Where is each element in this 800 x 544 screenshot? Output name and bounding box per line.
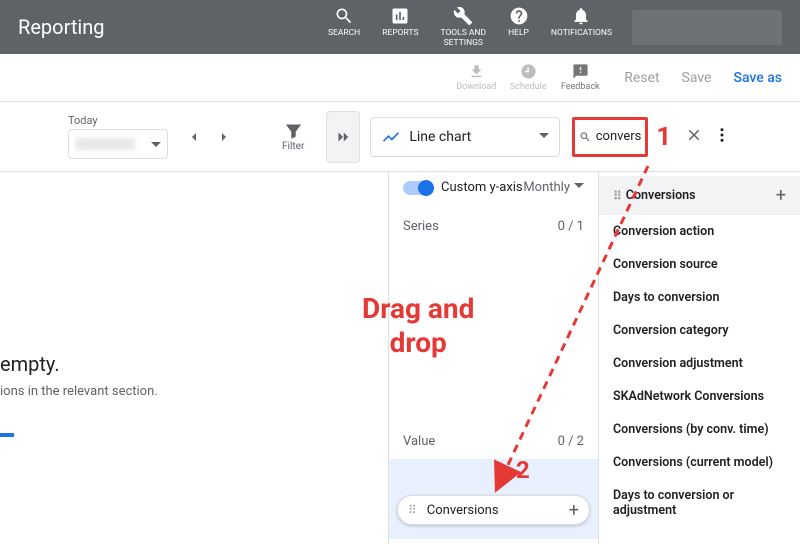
main-content: empty. ions in the relevant section. Cus… <box>0 172 800 544</box>
page-title: Reporting <box>18 15 105 39</box>
help-icon <box>509 6 529 26</box>
feedback-button[interactable]: Feedback <box>554 63 606 92</box>
metric-item[interactable]: Conversion source <box>599 248 800 281</box>
date-value <box>75 138 135 150</box>
more-vert-icon <box>713 126 731 144</box>
chart-type-label: Line chart <box>409 129 471 145</box>
save-button[interactable]: Save <box>682 70 712 86</box>
expand-button[interactable] <box>326 111 360 163</box>
date-selector[interactable] <box>68 129 168 159</box>
search-icon <box>334 6 354 26</box>
notifications-nav[interactable]: NOTIFICATIONS <box>551 6 612 38</box>
chip-label: Conversions <box>427 503 499 518</box>
left-panel: empty. ions in the relevant section. <box>0 172 388 544</box>
date-label: Today <box>68 114 168 127</box>
series-count: 0 / 1 <box>558 219 584 234</box>
account-switcher[interactable] <box>632 10 782 45</box>
empty-subtext: ions in the relevant section. <box>0 384 388 399</box>
series-label: Series <box>403 219 439 234</box>
save-group: Reset Save Save as <box>606 70 800 86</box>
metric-search-input[interactable]: convers <box>572 117 648 157</box>
metric-list: ⠿Conversions+ Conversion action Conversi… <box>598 172 800 544</box>
metric-item[interactable]: Conversions (current model) <box>599 446 800 479</box>
add-icon[interactable]: + <box>776 185 786 206</box>
clock-icon <box>520 63 537 80</box>
close-button[interactable] <box>685 126 703 148</box>
help-nav[interactable]: HELP <box>508 6 529 38</box>
annotation-1: 1 <box>656 122 671 152</box>
drag-handle-icon: ⠿ <box>408 503 417 517</box>
search-nav[interactable]: SEARCH <box>328 6 360 38</box>
saveas-button[interactable]: Save as <box>733 70 782 86</box>
date-nav <box>186 129 232 145</box>
download-icon <box>468 63 485 80</box>
chevron-down-icon <box>151 135 161 154</box>
chevrons-right-icon <box>334 128 352 146</box>
metric-item[interactable]: Conversion adjustment <box>599 347 800 380</box>
value-count: 0 / 2 <box>558 434 584 449</box>
chevron-down-icon <box>539 129 549 145</box>
drag-handle-icon: ⠿ <box>613 189 622 203</box>
toolbar-row: Today Filter Line chart convers 1 <box>0 102 800 172</box>
prev-button[interactable] <box>186 129 202 145</box>
config-panel: Custom y-axis Monthly Series 0 / 1 Value… <box>388 172 598 544</box>
date-range-block: Today <box>68 114 168 159</box>
line-chart-icon <box>381 127 401 147</box>
metric-item[interactable]: Days to conversion or adjustment <box>599 479 800 527</box>
metric-item[interactable]: Conversion action <box>599 215 800 248</box>
metric-item[interactable]: ⠿Conversions+ <box>599 176 800 215</box>
metric-item[interactable]: SKAdNetwork Conversions <box>599 380 800 413</box>
value-row: Value 0 / 2 <box>403 434 584 449</box>
chart-type-selector[interactable]: Line chart <box>370 117 560 157</box>
accent-bar <box>0 433 14 437</box>
yaxis-label: Custom y-axis <box>441 180 523 195</box>
feedback-icon <box>572 63 589 80</box>
tools-nav[interactable]: TOOLS AND SETTINGS <box>441 6 487 48</box>
reports-nav[interactable]: REPORTS <box>382 6 418 38</box>
close-icon <box>685 126 703 144</box>
reset-button[interactable]: Reset <box>624 70 659 86</box>
wrench-icon <box>453 6 473 26</box>
chevron-down-icon <box>574 180 584 195</box>
metric-item[interactable]: Conversion category <box>599 314 800 347</box>
top-bar: Reporting SEARCH REPORTS TOOLS AND SETTI… <box>0 0 800 54</box>
top-icons: SEARCH REPORTS TOOLS AND SETTINGS HELP N… <box>328 6 612 48</box>
download-button[interactable]: Download <box>450 63 502 92</box>
metric-chip[interactable]: ⠿ Conversions + <box>397 495 590 525</box>
filter-button[interactable]: Filter <box>282 122 304 152</box>
more-button[interactable] <box>713 126 731 148</box>
add-icon[interactable]: + <box>569 500 579 521</box>
metric-item[interactable]: Days to conversion <box>599 281 800 314</box>
search-icon <box>579 129 591 145</box>
filter-icon <box>284 122 303 141</box>
schedule-button[interactable]: Schedule <box>502 63 554 92</box>
action-bar: Download Schedule Feedback Reset Save Sa… <box>0 54 800 102</box>
yaxis-row: Custom y-axis Monthly <box>403 180 584 195</box>
bell-icon <box>571 6 591 26</box>
value-dropzone[interactable]: ⠿ Conversions + <box>389 459 598 539</box>
metric-item[interactable]: Conversions (by conv. time) <box>599 413 800 446</box>
empty-heading: empty. <box>0 352 388 376</box>
period-selector[interactable]: Monthly <box>523 180 584 195</box>
next-button[interactable] <box>216 129 232 145</box>
search-query: convers <box>596 129 642 144</box>
reports-icon <box>390 6 410 26</box>
yaxis-toggle[interactable] <box>403 181 433 195</box>
series-row: Series 0 / 1 <box>403 219 584 234</box>
value-label: Value <box>403 434 435 449</box>
